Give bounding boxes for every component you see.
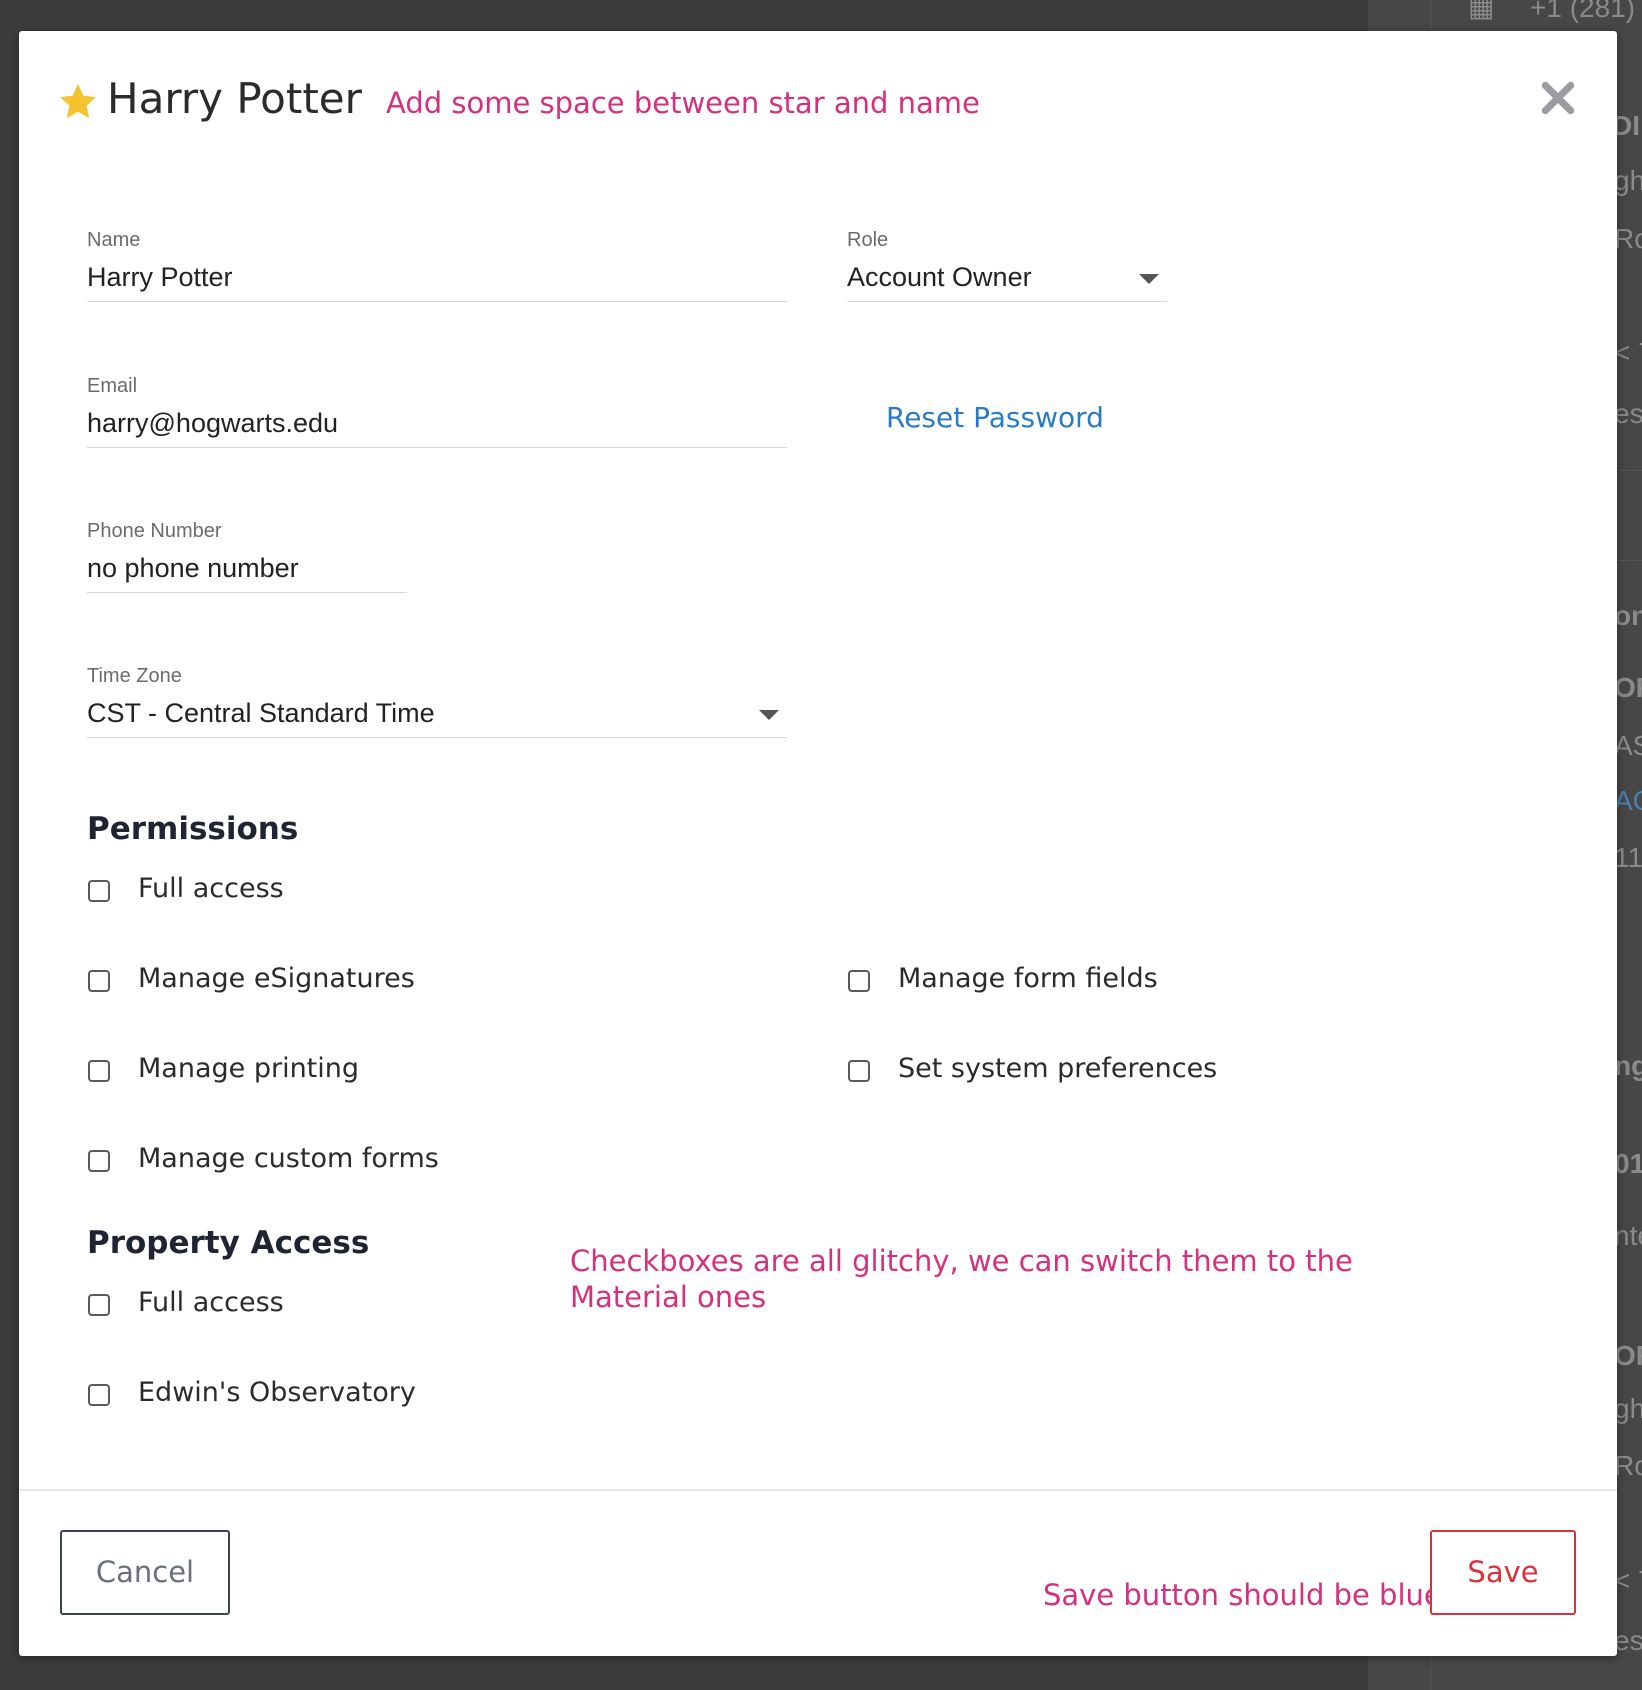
role-select[interactable]: Account Owner [847,259,1167,302]
modal-title: Harry Potter [107,74,362,123]
cancel-button[interactable]: Cancel [60,1530,230,1615]
email-label: Email [87,375,138,397]
background-phone-icon: ▦ [1468,0,1495,22]
name-label: Name [87,229,141,251]
timezone-label: Time Zone [87,665,182,687]
phone-value: no phone number [87,553,299,583]
chevron-down-icon [1139,274,1159,284]
background-text: OR [1614,1340,1642,1371]
star-icon[interactable] [57,81,99,123]
background-text: ASS [1614,730,1642,761]
checkbox-label: Full access [138,1287,284,1318]
chevron-down-icon [759,710,779,720]
email-field[interactable]: harry@hogwarts.edu [87,405,787,448]
checkbox-label: Manage form fields [898,963,1158,994]
annotation-note: Save button should be blue [1043,1578,1442,1612]
background-text: es [1614,1625,1642,1656]
role-label: Role [847,229,889,251]
background-text: Ro [1614,1450,1642,1481]
background-text: gh [1614,1393,1642,1424]
background-text: on [1614,600,1642,631]
timezone-select[interactable]: CST - Central Standard Time [87,695,787,738]
annotation-note: Material ones [570,1280,767,1314]
background-text: < 7 [1614,1565,1642,1596]
background-phone: +1 (281) [1530,0,1636,23]
checkbox-label: Set system preferences [898,1053,1218,1084]
background-text: Ro [1614,223,1642,254]
property-access-title: Property Access [87,1225,370,1261]
background-text: AG [1614,785,1642,816]
role-value: Account Owner [847,262,1032,292]
annotation-note: Add some space between star and name [386,86,980,120]
checkbox[interactable] [88,970,110,992]
checkbox-label: Manage eSignatures [138,963,415,994]
checkbox-label: Full access [138,873,284,904]
checkbox[interactable] [848,1060,870,1082]
background-text: 11 [1614,842,1642,873]
footer-divider [19,1489,1617,1491]
save-button[interactable]: Save [1430,1530,1576,1615]
checkbox[interactable] [88,1384,110,1406]
checkbox[interactable] [88,880,110,902]
modal-header: Harry Potter Add some space between star… [19,31,1617,171]
checkbox[interactable] [88,1150,110,1172]
checkbox[interactable] [88,1060,110,1082]
background-text: gh [1614,165,1642,196]
background-text: ng [1614,1050,1642,1081]
background-text: nte [1614,1220,1642,1251]
edit-user-modal: Harry Potter Add some space between star… [19,31,1617,1656]
name-field[interactable]: Harry Potter [87,259,787,302]
checkbox-label: Manage custom forms [138,1143,439,1174]
annotation-note: Checkboxes are all glitchy, we can switc… [570,1244,1353,1278]
permissions-title: Permissions [87,811,299,847]
timezone-value: CST - Central Standard Time [87,698,435,728]
checkbox-label: Manage printing [138,1053,360,1084]
phone-field[interactable]: no phone number [87,550,407,593]
close-icon[interactable] [1539,79,1577,117]
background-text: < 7 [1614,337,1642,368]
background-text: OR [1614,672,1642,703]
checkbox-label: Edwin's Observatory [138,1377,416,1408]
checkbox[interactable] [88,1294,110,1316]
email-value: harry@hogwarts.edu [87,408,339,438]
background-text: 01 [1614,1148,1642,1179]
phone-label: Phone Number [87,520,222,542]
checkbox[interactable] [848,970,870,992]
reset-password-link[interactable]: Reset Password [886,401,1104,434]
name-value: Harry Potter [87,262,233,292]
background-text: es [1614,398,1642,429]
